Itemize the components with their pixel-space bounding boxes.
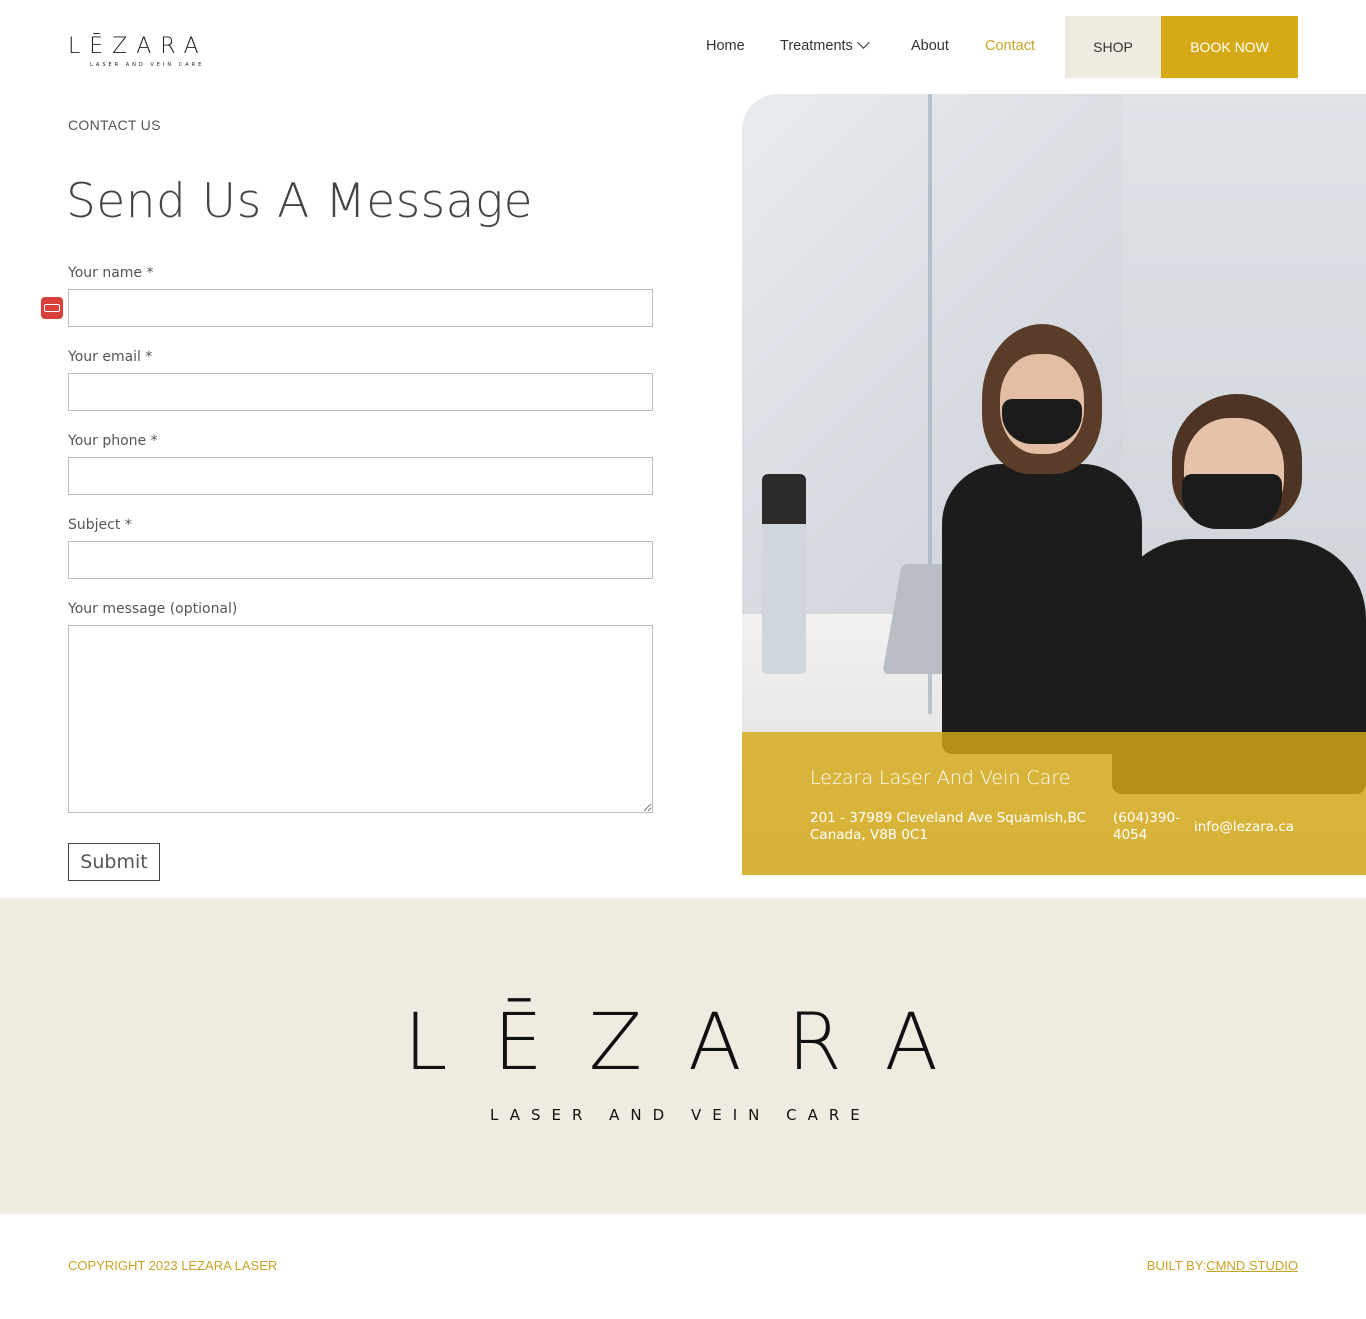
name-label: Your name * <box>68 265 154 281</box>
info-title: Lezara Laser And Vein Care <box>810 767 1071 789</box>
book-now-button[interactable]: BOOK NOW <box>1161 16 1298 78</box>
built-by: BUILT BY:CMND STUDIO <box>1147 1258 1298 1273</box>
name-field[interactable] <box>68 289 653 327</box>
copyright-text: COPYRIGHT 2023 LEZARA LASER <box>68 1258 278 1273</box>
photo-bottle <box>762 474 806 674</box>
shop-button[interactable]: SHOP <box>1065 16 1161 78</box>
nav-treatments[interactable]: Treatments <box>780 36 870 54</box>
message-label: Your message (optional) <box>68 601 238 617</box>
contact-info-band: Lezara Laser And Vein Care 201 - 37989 C… <box>742 732 1366 875</box>
submit-button[interactable]: Submit <box>68 843 160 881</box>
header-logo-word: LĒZARA <box>68 34 208 59</box>
nav-contact[interactable]: Contact <box>985 38 1035 54</box>
phone-label: Your phone * <box>68 433 158 449</box>
info-address: 201 - 37989 Cleveland Ave Squamish,BC Ca… <box>810 810 1086 843</box>
subject-field[interactable] <box>68 541 653 579</box>
email-field[interactable] <box>68 373 653 411</box>
subject-label: Subject * <box>68 517 132 533</box>
nav-home[interactable]: Home <box>706 38 745 54</box>
header-logo-tagline: LASER AND VEIN CARE <box>90 62 205 68</box>
chevron-down-icon <box>856 36 870 49</box>
footer-brand-band: LĒZARA LASER AND VEIN CARE <box>0 898 1366 1214</box>
built-by-label: BUILT BY: <box>1146 1258 1207 1273</box>
password-manager-icon[interactable] <box>41 297 63 319</box>
phone-field[interactable] <box>68 457 653 495</box>
message-field[interactable] <box>68 625 653 813</box>
footer-logo-word: LĒZARA <box>404 998 984 1088</box>
nav-about[interactable]: About <box>911 38 949 54</box>
footer-logo: LĒZARA LASER AND VEIN CARE <box>0 898 1366 1214</box>
page-title: Send Us A Message <box>66 174 534 229</box>
contact-eyebrow: CONTACT US <box>68 117 161 133</box>
site-header: LĒZARA LASER AND VEIN CARE Home Treatmen… <box>0 0 1366 94</box>
header-logo[interactable]: LĒZARA LASER AND VEIN CARE <box>68 30 220 70</box>
info-phone-link[interactable]: (604)390-4054 <box>1113 810 1193 844</box>
clinic-photo: Lezara Laser And Vein Care 201 - 37989 C… <box>742 94 1366 875</box>
email-label: Your email * <box>68 349 153 365</box>
built-by-link[interactable]: CMND STUDIO <box>1206 1258 1298 1273</box>
nav-treatments-label: Treatments <box>780 38 853 54</box>
footer-logo-tagline: LASER AND VEIN CARE <box>490 1106 871 1124</box>
info-email-link[interactable]: info@lezara.ca <box>1194 819 1294 835</box>
password-manager-glyph <box>44 304 60 312</box>
